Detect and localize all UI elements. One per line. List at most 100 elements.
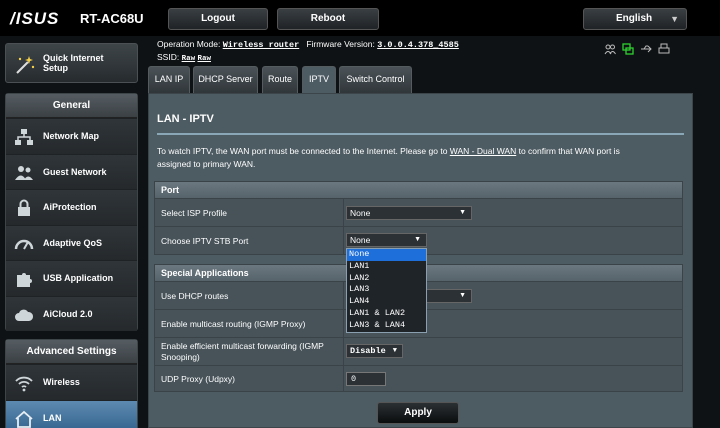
sidebar-item-lan[interactable]: LAN: [6, 399, 137, 428]
sidebar-label-usb-application: USB Application: [43, 273, 114, 283]
advanced-menu: Advanced Settings Wireless LAN: [5, 339, 138, 428]
udpxy-cell: [343, 366, 344, 391]
page-title: LAN - IPTV: [157, 113, 214, 125]
igmp-snooping-cell: [343, 338, 344, 365]
chevron-down-icon: ▼: [392, 347, 397, 355]
operation-mode-label: Operation Mode:: [157, 39, 221, 49]
sidebar-item-aicloud[interactable]: AiCloud 2.0: [6, 295, 137, 331]
qis-label-line-1: Quick Internet: [43, 53, 104, 63]
sidebar-item-adaptive-qos[interactable]: Adaptive QoS: [6, 224, 137, 260]
description-text-3: assigned to primary WAN.: [157, 159, 256, 169]
wan-dual-wan-link[interactable]: WAN - Dual WAN: [450, 146, 516, 156]
language-select[interactable]: English ▼: [583, 8, 687, 30]
udpxy-label: UDP Proxy (Udpxy): [161, 374, 235, 384]
igmp-snooping-label-line-1: Enable efficient multicast forwarding (I…: [161, 341, 324, 351]
dropdown-option-lan1-lan2[interactable]: LAN1 & LAN2: [347, 308, 426, 320]
dhcp-routes-label: Use DHCP routes: [161, 291, 229, 301]
sidebar-item-guest-network[interactable]: Guest Network: [6, 153, 137, 189]
language-value: English: [616, 13, 653, 24]
tab-lan-ip[interactable]: LAN IP: [148, 66, 190, 93]
operation-mode-link[interactable]: Wireless router: [223, 40, 300, 50]
stb-port-select[interactable]: None ▼: [346, 233, 427, 247]
general-heading: General: [6, 94, 137, 118]
sidebar-label-wireless: Wireless: [43, 377, 80, 387]
sidebar-item-network-map[interactable]: Network Map: [6, 118, 137, 154]
sidebar-label-aiprotection: AiProtection: [43, 202, 97, 212]
sidebar-label-aicloud: AiCloud 2.0: [43, 308, 93, 319]
isp-profile-label: Select ISP Profile: [161, 208, 227, 218]
qis-label-line-2: Setup: [43, 63, 69, 73]
igmp-snooping-select[interactable]: Disable ▼: [346, 344, 403, 358]
network-map-icon: [15, 129, 33, 145]
tab-route[interactable]: Route: [262, 66, 298, 93]
dropdown-option-lan2[interactable]: LAN2: [347, 273, 426, 285]
ssid-label: SSID:: [157, 52, 180, 62]
ssid-value-2: Raw: [197, 55, 211, 63]
dropdown-option-none[interactable]: None: [347, 249, 426, 261]
usb-icon[interactable]: [640, 43, 652, 55]
sidebar-item-usb-application[interactable]: USB Application: [6, 260, 137, 296]
igmp-snooping-label-line-2: Snooping): [161, 352, 200, 362]
top-bar: /ISUS RT-AC68U Logout Reboot English ▼: [0, 0, 720, 36]
logout-button[interactable]: Logout: [168, 8, 268, 30]
tab-switch-control[interactable]: Switch Control: [339, 66, 412, 93]
description-text-1: To watch IPTV, the WAN port must be conn…: [157, 146, 450, 156]
printer-icon[interactable]: [658, 43, 670, 55]
tab-iptv[interactable]: IPTV: [302, 66, 336, 93]
model-name: RT-AC68U: [80, 11, 144, 26]
multicast-routing-cell: [343, 310, 344, 337]
chevron-down-icon: ▼: [670, 14, 679, 24]
lock-icon: [18, 199, 30, 216]
advanced-heading: Advanced Settings: [6, 340, 137, 364]
reboot-button[interactable]: Reboot: [277, 8, 379, 30]
chevron-down-icon: ▼: [459, 209, 466, 216]
dropdown-option-lan3-lan4[interactable]: LAN3 & LAN4: [347, 320, 426, 332]
dropdown-option-lan3[interactable]: LAN3: [347, 284, 426, 296]
sidebar-label-adaptive-qos: Adaptive QoS: [43, 237, 103, 248]
wifi-icon: [15, 376, 33, 392]
igmp-snooping-row: Enable efficient multicast forwarding (I…: [154, 338, 683, 366]
operation-mode-line: Operation Mode: Wireless router Firmware…: [157, 39, 459, 50]
page-description: To watch IPTV, the WAN port must be conn…: [157, 145, 684, 171]
tab-dhcp-server[interactable]: DHCP Server: [193, 66, 258, 93]
dropdown-option-lan4[interactable]: LAN4: [347, 296, 426, 308]
asus-logo: /ISUS: [10, 9, 60, 28]
firmware-label: Firmware Version:: [306, 39, 375, 49]
port-section-header: Port: [154, 181, 683, 199]
isp-profile-value: None: [350, 208, 371, 218]
internet-status-icon[interactable]: [622, 43, 634, 55]
ssid-value-1: Raw: [181, 55, 196, 63]
sidebar-item-aiprotection[interactable]: AiProtection: [6, 189, 137, 225]
status-icons: [604, 43, 670, 55]
guest-network-icon: [15, 165, 33, 180]
stb-port-label: Choose IPTV STB Port: [161, 236, 249, 246]
stb-port-dropdown-list: None LAN1 LAN2 LAN3 LAN4 LAN1 & LAN2 LAN…: [346, 248, 427, 333]
udpxy-row: UDP Proxy (Udpxy): [154, 366, 683, 392]
quick-internet-setup-button[interactable]: Quick Internet Setup: [5, 43, 138, 83]
isp-profile-cell: [343, 199, 344, 226]
igmp-snooping-value: Disable: [350, 346, 386, 356]
sidebar-label-network-map: Network Map: [43, 131, 100, 141]
sidebar-label-lan: LAN: [43, 412, 62, 423]
title-divider: [157, 133, 684, 135]
stb-port-value: None: [350, 235, 371, 245]
stb-port-cell: [343, 227, 344, 254]
gauge-icon: [14, 239, 34, 249]
dropdown-option-lan1[interactable]: LAN1: [347, 261, 426, 273]
firmware-link[interactable]: 3.0.0.4.378_4585: [377, 40, 459, 50]
isp-profile-select[interactable]: None ▼: [346, 206, 472, 220]
apply-button[interactable]: Apply: [377, 402, 459, 424]
igmp-snooping-label: Enable efficient multicast forwarding (I…: [161, 341, 324, 363]
magic-wand-icon: [16, 56, 35, 74]
dhcp-routes-cell: [343, 282, 344, 309]
description-text-2: to confirm that WAN port is: [516, 146, 620, 156]
clients-icon[interactable]: [604, 43, 616, 55]
sidebar-item-wireless[interactable]: Wireless: [6, 364, 137, 400]
sidebar-label-guest-network: Guest Network: [43, 166, 107, 177]
udpxy-input[interactable]: 0: [346, 372, 386, 386]
cloud-icon: [15, 309, 34, 321]
home-icon: [15, 410, 33, 428]
puzzle-icon: [17, 273, 32, 287]
qis-label: Quick Internet Setup: [43, 53, 104, 73]
chevron-down-icon: ▼: [459, 292, 466, 299]
